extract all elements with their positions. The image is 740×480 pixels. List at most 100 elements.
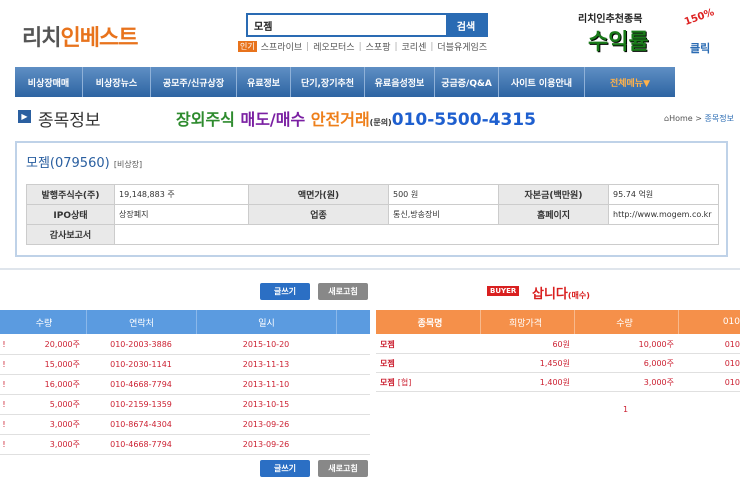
promo-c: 안전거래 <box>310 110 370 129</box>
buy-contact: 010 <box>724 377 740 387</box>
nav-item[interactable]: 사이트 이용안내 <box>499 67 585 97</box>
crumb-home[interactable]: Home <box>669 114 693 123</box>
buy-stock-name: 모젬 <box>376 354 480 372</box>
ad-percent: 150% <box>683 7 716 28</box>
negotiable-tag: [협] <box>397 377 412 387</box>
column-header: 일시 <box>196 310 336 334</box>
sell-contact: 010-4668-7794 <box>110 380 172 389</box>
logo-part2: 인베스트 <box>60 26 138 51</box>
buy-stock-name: 모젬 <box>376 335 480 353</box>
table-cell: 95.74 억원 <box>608 184 719 205</box>
search-input[interactable] <box>248 15 446 35</box>
sell-date: 2013-11-10 <box>242 380 290 389</box>
ad-title[interactable]: 리치인추천종목 <box>578 10 642 25</box>
sell-contact: 010-2030-1141 <box>110 360 172 369</box>
popular-label: 인기 <box>238 41 257 52</box>
row-marker: ! <box>2 420 6 429</box>
row-marker: ! <box>2 340 6 349</box>
buy-contact: 010 <box>724 358 740 368</box>
nav-item[interactable]: 유료정보 <box>237 67 291 97</box>
column-header: 수량 <box>35 318 53 329</box>
table-row: 감사보고서 <box>26 224 719 245</box>
sell-row[interactable]: ! 16,000주 010-4668-7794 2013-11-10 <box>0 375 370 395</box>
table-cell: 상장폐지 <box>114 204 249 225</box>
buy-price: 60원 <box>552 339 570 349</box>
title-arrow-icon: ▶ <box>18 110 31 123</box>
sell-contact: 010-2003-3886 <box>110 340 172 349</box>
site-logo[interactable]: 리치인베스트 <box>22 20 138 52</box>
ad-banner-text[interactable]: 수익률 <box>588 24 649 56</box>
sell-contact: 010-2159-1359 <box>110 400 172 409</box>
table-header-cell: 자본금(백만원) <box>498 184 609 205</box>
buy-row[interactable]: 모젬 60원 10,000주 010 <box>376 335 740 354</box>
buy-table-header: 종목명 희망가격 수량 010 <box>376 310 740 334</box>
column-header: 종목명 <box>417 318 443 329</box>
ad-click-link[interactable]: 클릭 <box>690 40 710 56</box>
stock-name: 모젬(079560) [비상장] <box>26 152 142 171</box>
column-header: 희망가격 <box>480 310 574 334</box>
popular-item[interactable]: 코리센 <box>402 40 427 53</box>
nav-item[interactable]: 유료음성정보 <box>365 67 435 97</box>
row-marker: ! <box>2 400 6 409</box>
sell-qty: 3,000주 <box>49 420 80 429</box>
table-row: 발행주식수(주) 19,148,883 주 액면가(원) 500 원 자본금(백… <box>26 184 719 205</box>
table-header-cell: IPO상태 <box>26 204 115 225</box>
popular-item[interactable]: 레오모터스 <box>313 40 354 53</box>
buy-row[interactable]: 모젬 1,450원 6,000주 010 <box>376 354 740 373</box>
buy-qty: 3,000주 <box>643 377 674 387</box>
breadcrumb: ⌂Home > 종목정보 <box>664 114 734 123</box>
popular-item[interactable]: 스포팡 <box>366 40 391 53</box>
main-nav: 비상장매매 비상장뉴스 공모주/신규상장 유료정보 단기,장기추천 유료음성정보… <box>15 67 675 97</box>
promo-phone: 010-5500-4315 <box>391 110 536 130</box>
table-cell: 500 원 <box>388 184 499 205</box>
row-marker: ! <box>2 440 6 449</box>
sell-row[interactable]: ! 3,000주 010-4668-7794 2013-09-26 <box>0 435 370 455</box>
row-marker: ! <box>2 360 6 369</box>
stock-status: [비상장] <box>113 160 143 169</box>
page-number[interactable]: 1 <box>623 405 628 414</box>
nav-item[interactable]: 공모주/신규상장 <box>151 67 237 97</box>
buy-qty: 6,000주 <box>643 358 674 368</box>
buy-price: 1,400원 <box>539 377 570 387</box>
stock-info-table: 발행주식수(주) 19,148,883 주 액면가(원) 500 원 자본금(백… <box>26 184 719 245</box>
buy-title: 삽니다 <box>532 287 568 302</box>
row-marker: ! <box>2 380 6 389</box>
nav-item[interactable]: 단기,장기추천 <box>291 67 365 97</box>
popular-item[interactable]: 더블유게임즈 <box>437 40 487 53</box>
write-button[interactable]: 글쓰기 <box>260 283 310 300</box>
search-button[interactable]: 검색 <box>446 15 486 35</box>
sell-row[interactable]: ! 5,000주 010-2159-1359 2013-10-15 <box>0 395 370 415</box>
sell-date: 2015-10-20 <box>242 340 290 349</box>
homepage-link[interactable]: http://www.mogem.co.kr <box>608 204 719 225</box>
sell-qty: 3,000주 <box>49 440 80 449</box>
table-cell: 19,148,883 주 <box>114 184 249 205</box>
promo-banner[interactable]: 장외주식 매도/매수 안전거래(문의)010-5500-4315 <box>176 106 536 130</box>
sell-date: 2013-09-26 <box>242 420 290 429</box>
refresh-button[interactable]: 새로고침 <box>318 283 368 300</box>
buy-row[interactable]: 모젬 [협] 1,400원 3,000주 010 <box>376 373 740 392</box>
sell-qty: 15,000주 <box>44 360 80 369</box>
refresh-button-bottom[interactable]: 새로고침 <box>318 460 368 477</box>
separator: | <box>306 41 310 52</box>
buy-price: 1,450원 <box>539 358 570 368</box>
nav-item[interactable]: 궁금증/Q&A <box>435 67 499 97</box>
buyer-badge: BUYER <box>487 286 520 296</box>
table-cell: 통신,방송장비 <box>388 204 499 225</box>
buy-qty: 10,000주 <box>638 339 674 349</box>
sell-row[interactable]: ! 20,000주 010-2003-3886 2015-10-20 <box>0 335 370 355</box>
crumb-current: 종목정보 <box>704 114 734 123</box>
buy-title-small: (매수) <box>567 291 590 300</box>
nav-item[interactable]: 비상장매매 <box>15 67 83 97</box>
popular-item[interactable]: 스프라이브 <box>261 40 302 53</box>
table-header-cell: 홈페이지 <box>498 204 609 225</box>
sell-qty: 5,000주 <box>49 400 80 409</box>
separator: | <box>358 41 362 52</box>
sell-row[interactable]: ! 15,000주 010-2030-1141 2013-11-13 <box>0 355 370 375</box>
table-cell <box>114 224 719 245</box>
sell-row[interactable]: ! 3,000주 010-8674-4304 2013-09-26 <box>0 415 370 435</box>
nav-item-all-menu[interactable]: 전체메뉴▼ <box>585 67 675 97</box>
nav-item[interactable]: 비상장뉴스 <box>83 67 151 97</box>
sell-date: 2013-11-13 <box>242 360 290 369</box>
section-divider <box>0 268 740 270</box>
write-button-bottom[interactable]: 글쓰기 <box>260 460 310 477</box>
